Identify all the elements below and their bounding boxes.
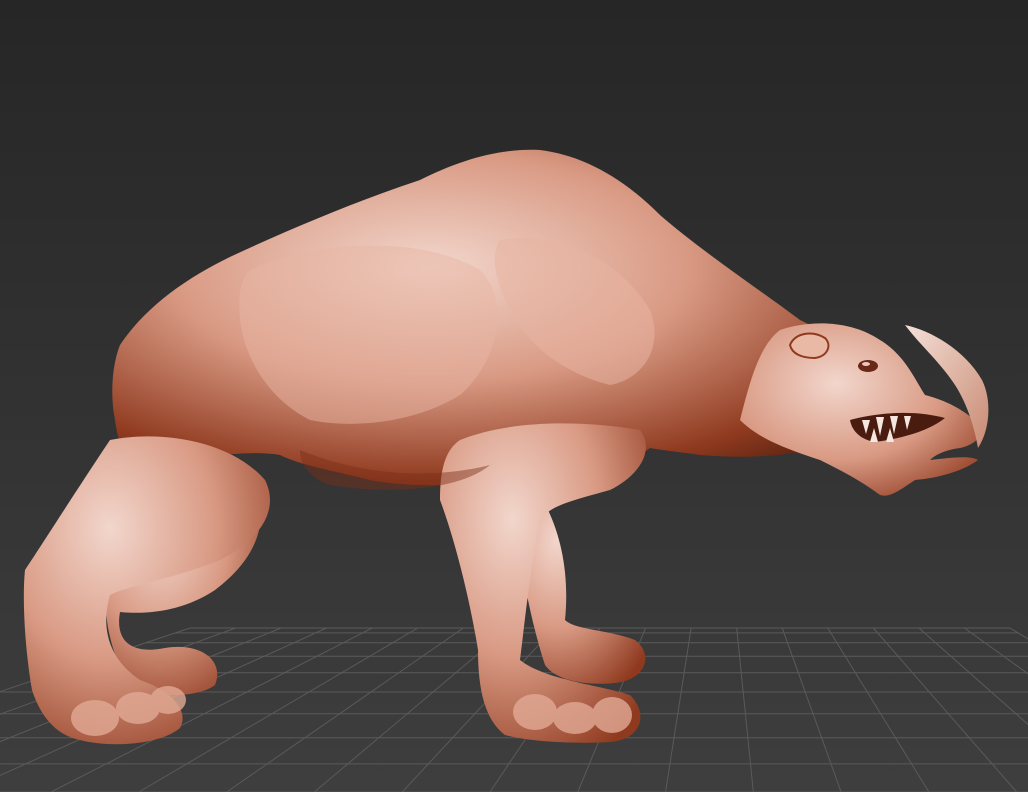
ear (788, 332, 830, 360)
eye-highlight (862, 362, 870, 366)
3d-viewport[interactable] (0, 0, 1028, 792)
viewport-canvas[interactable] (0, 0, 1028, 792)
eye (858, 360, 878, 372)
